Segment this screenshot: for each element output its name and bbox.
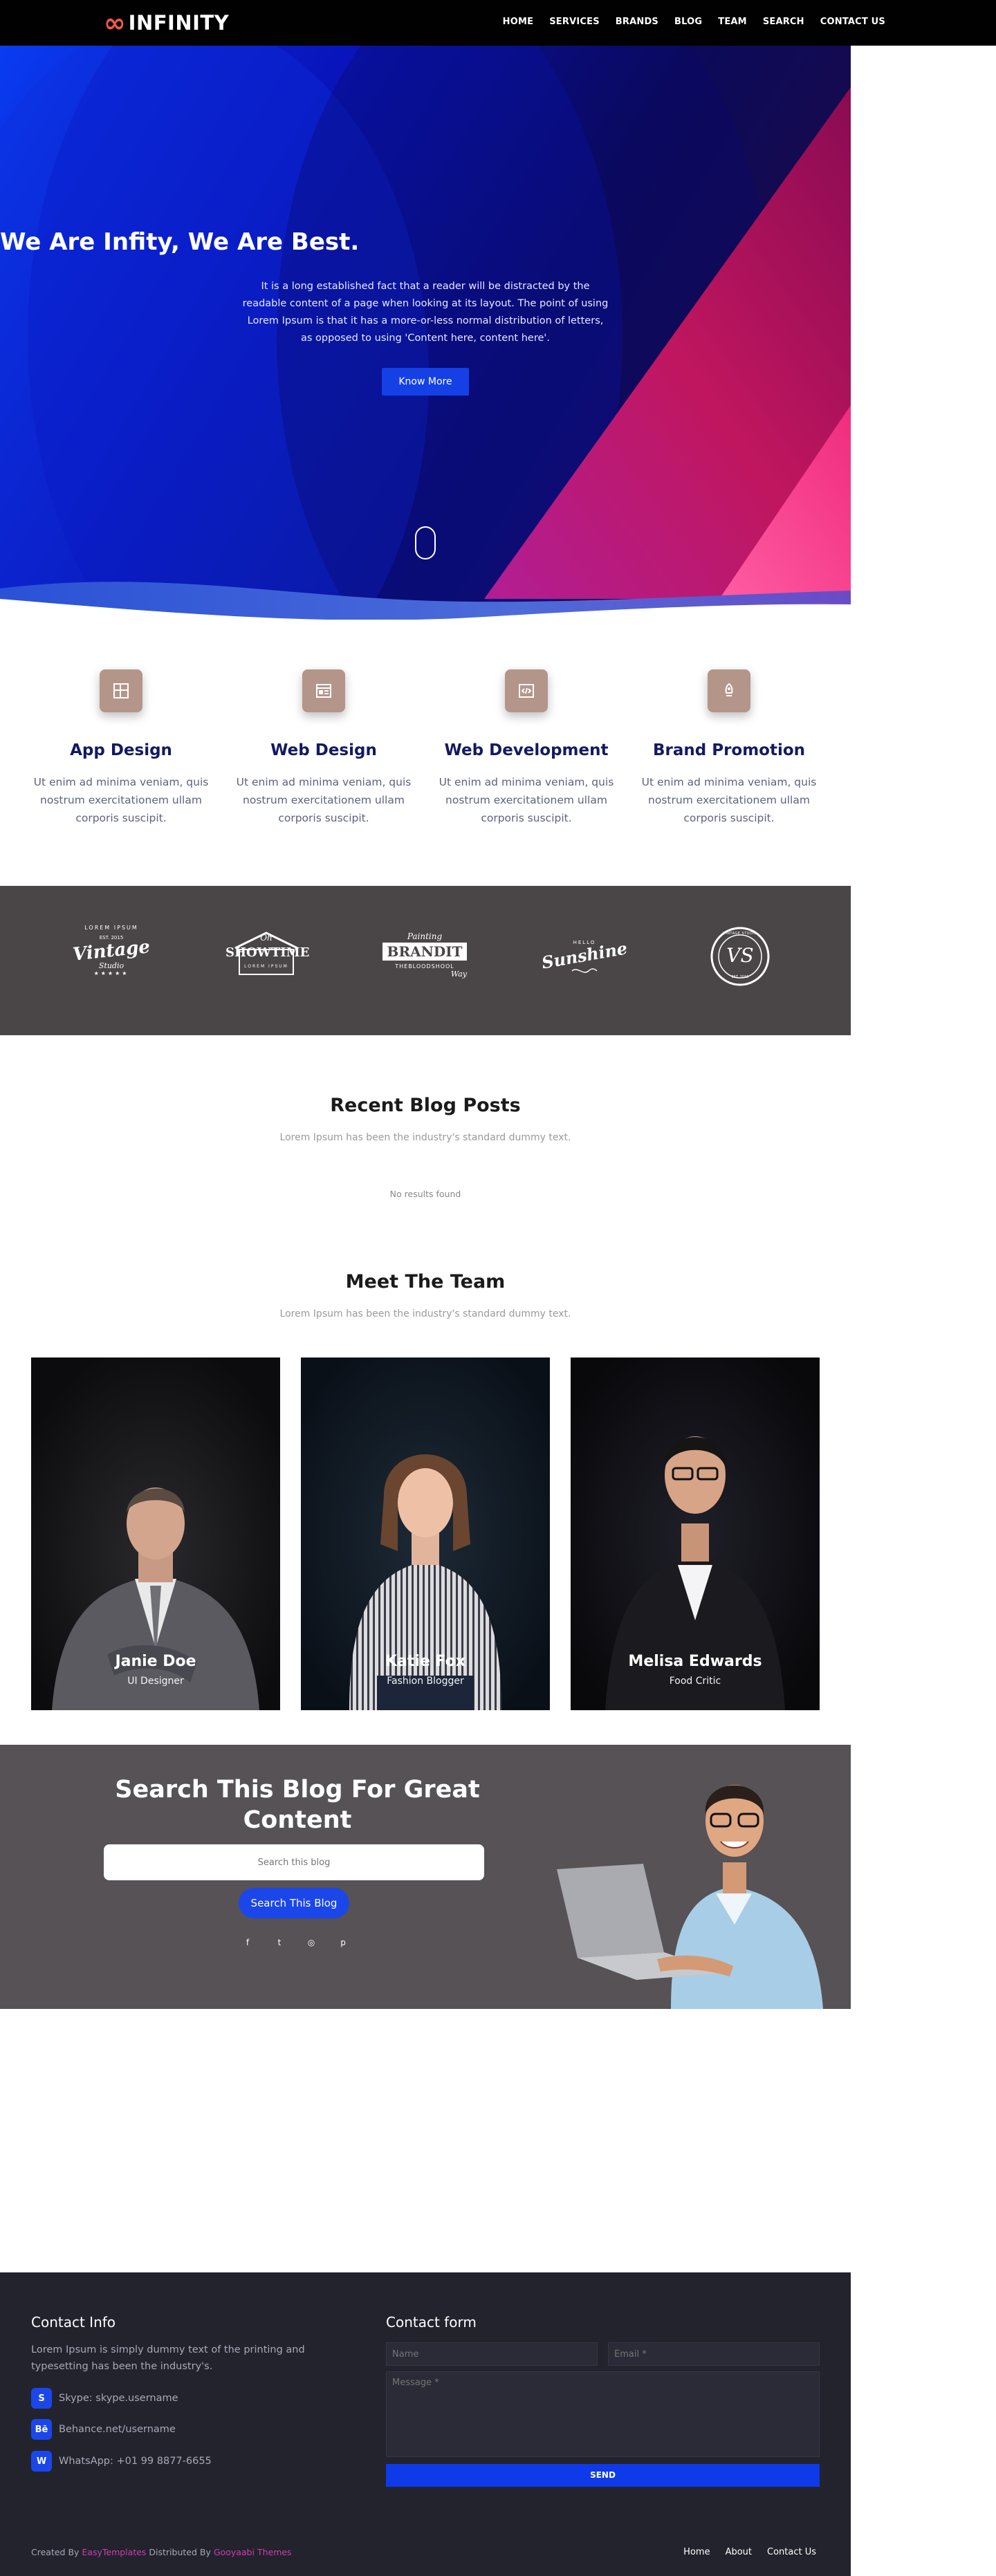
logo[interactable]: ∞ INFINITY: [104, 10, 229, 36]
service-text: Ut enim ad minima veniam, quis nostrum e…: [439, 776, 614, 824]
member-name: Janie Doe: [115, 1653, 196, 1670]
name-field[interactable]: [386, 2342, 598, 2366]
credits: Created By EasyTemplates Distributed By …: [31, 2547, 292, 2557]
footer-link-about[interactable]: About: [726, 2547, 752, 2557]
facebook-icon[interactable]: f: [242, 1937, 253, 1948]
hero-section: We Are Infity, We Are Best. It is a long…: [0, 46, 851, 620]
code-icon: [505, 669, 548, 712]
know-more-button[interactable]: Know More: [382, 368, 469, 396]
email-field[interactable]: [608, 2342, 820, 2366]
service-text: Ut enim ad minima veniam, quis nostrum e…: [33, 776, 209, 824]
hero-title: We Are Infity, We Are Best.: [0, 228, 360, 256]
brand-logo-brandit[interactable]: Painting BRANDIT THEBLOODSHOOL Way: [382, 932, 467, 979]
service-brand-promotion: Brand Promotion Ut enim ad minima veniam…: [632, 669, 826, 827]
footer-links: Home About Contact Us: [683, 2547, 816, 2557]
scroll-mouse-icon[interactable]: [415, 526, 436, 559]
nav-item-blog[interactable]: BLOG: [674, 17, 702, 27]
team-title: Meet The Team: [345, 1271, 506, 1292]
contact-skype[interactable]: S Skype: skype.username: [31, 2388, 178, 2409]
instagram-icon[interactable]: ◎: [306, 1937, 317, 1948]
blog-subtitle: Lorem Ipsum has been the industry's stan…: [279, 1132, 571, 1143]
member-role: Fashion Blogger: [387, 1676, 464, 1687]
social-links: f t ◎ p: [242, 1937, 349, 1948]
team-card[interactable]: Melisa Edwards Food Critic: [571, 1358, 820, 1710]
pinterest-icon[interactable]: p: [338, 1937, 349, 1948]
team-subtitle: Lorem Ipsum has been the industry's stan…: [279, 1308, 571, 1319]
credit-author-link[interactable]: EasyTemplates: [82, 2547, 146, 2557]
search-title: Search This Blog For Great Content: [115, 1776, 480, 1834]
contact-behance[interactable]: Bē Behance.net/username: [31, 2419, 176, 2440]
behance-icon: Bē: [31, 2419, 52, 2440]
footer-link-contact[interactable]: Contact Us: [767, 2547, 816, 2557]
search-section: Search This Blog For Great Content Searc…: [0, 1745, 851, 2009]
search-button[interactable]: Search This Blog: [239, 1888, 349, 1918]
service-title: App Design: [70, 741, 172, 759]
contact-whatsapp[interactable]: W WhatsApp: +01 99 8877-6655: [31, 2451, 212, 2472]
brands-section: LOREM IPSUM EST. 2015 Vintage Studio ★★★…: [0, 886, 851, 1035]
nav-item-contact[interactable]: CONTACT US: [820, 17, 885, 27]
nav-item-team[interactable]: TEAM: [718, 17, 747, 27]
infinity-icon: ∞: [104, 8, 126, 38]
rocket-icon: [708, 669, 750, 712]
layout-icon: [100, 669, 142, 712]
contact-form-title: Contact form: [386, 2314, 477, 2331]
logo-text: INFINITY: [128, 11, 230, 35]
blog-empty-message: No results found: [389, 1189, 461, 1199]
credit-distributor-link[interactable]: Gooyaabi Themes: [214, 2547, 292, 2557]
nav-item-home[interactable]: HOME: [503, 17, 534, 27]
blog-title: Recent Blog Posts: [330, 1095, 521, 1116]
top-navbar: ∞ INFINITY HOME SERVICES BRANDS BLOG TEA…: [0, 0, 996, 46]
member-name: Katie Fox: [385, 1653, 465, 1670]
service-title: Web Design: [270, 741, 377, 759]
browser-icon: [302, 669, 345, 712]
service-title: Brand Promotion: [652, 741, 806, 759]
service-web-design: Web Design Ut enim ad minima veniam, qui…: [227, 669, 421, 827]
member-name: Melisa Edwards: [628, 1653, 762, 1670]
twitter-icon[interactable]: t: [274, 1937, 285, 1948]
whatsapp-icon: W: [31, 2451, 52, 2472]
hero-text: It is a long established fact that a rea…: [242, 281, 609, 344]
footer: Contact Info Lorem Ipsum is simply dummy…: [0, 2272, 851, 2576]
member-role: UI Designer: [127, 1676, 184, 1687]
message-field[interactable]: [386, 2371, 820, 2457]
member-role: Food Critic: [669, 1676, 721, 1687]
contact-info-text: Lorem Ipsum is simply dummy text of the …: [31, 2344, 305, 2372]
service-app-design: App Design Ut enim ad minima veniam, qui…: [24, 669, 218, 827]
service-web-development: Web Development Ut enim ad minima veniam…: [430, 669, 623, 827]
brand-logo-vs[interactable]: VINTAGE STUDIO VS EST. 2015: [710, 927, 770, 986]
contact-info-title: Contact Info: [31, 2314, 116, 2331]
team-card[interactable]: Janie Doe UI Designer: [31, 1358, 280, 1710]
nav-item-brands[interactable]: BRANDS: [616, 17, 658, 27]
skype-icon: S: [31, 2388, 52, 2409]
man-with-laptop-image: [557, 1785, 823, 2009]
footer-link-home[interactable]: Home: [683, 2547, 710, 2557]
search-input[interactable]: [104, 1844, 484, 1880]
brand-logo-sunshine[interactable]: HELLO Sunshine: [540, 938, 629, 979]
nav-item-search[interactable]: SEARCH: [763, 17, 804, 27]
brand-logo-vintage[interactable]: LOREM IPSUM EST. 2015 Vintage Studio ★★★…: [71, 925, 151, 976]
service-text: Ut enim ad minima veniam, quis nostrum e…: [236, 776, 412, 824]
service-text: Ut enim ad minima veniam, quis nostrum e…: [641, 776, 817, 824]
brand-logo-showtime[interactable]: Oh SHOWTIME LOREM IPSUM: [225, 927, 309, 975]
team-card[interactable]: Katie Fox Fashion Blogger: [301, 1358, 550, 1710]
page: We Are Infity, We Are Best. It is a long…: [0, 0, 851, 2576]
send-button[interactable]: SEND: [386, 2464, 820, 2487]
nav-menu: HOME SERVICES BRANDS BLOG TEAM SEARCH CO…: [503, 17, 885, 27]
service-title: Web Development: [444, 741, 609, 759]
nav-item-services[interactable]: SERVICES: [549, 17, 600, 27]
